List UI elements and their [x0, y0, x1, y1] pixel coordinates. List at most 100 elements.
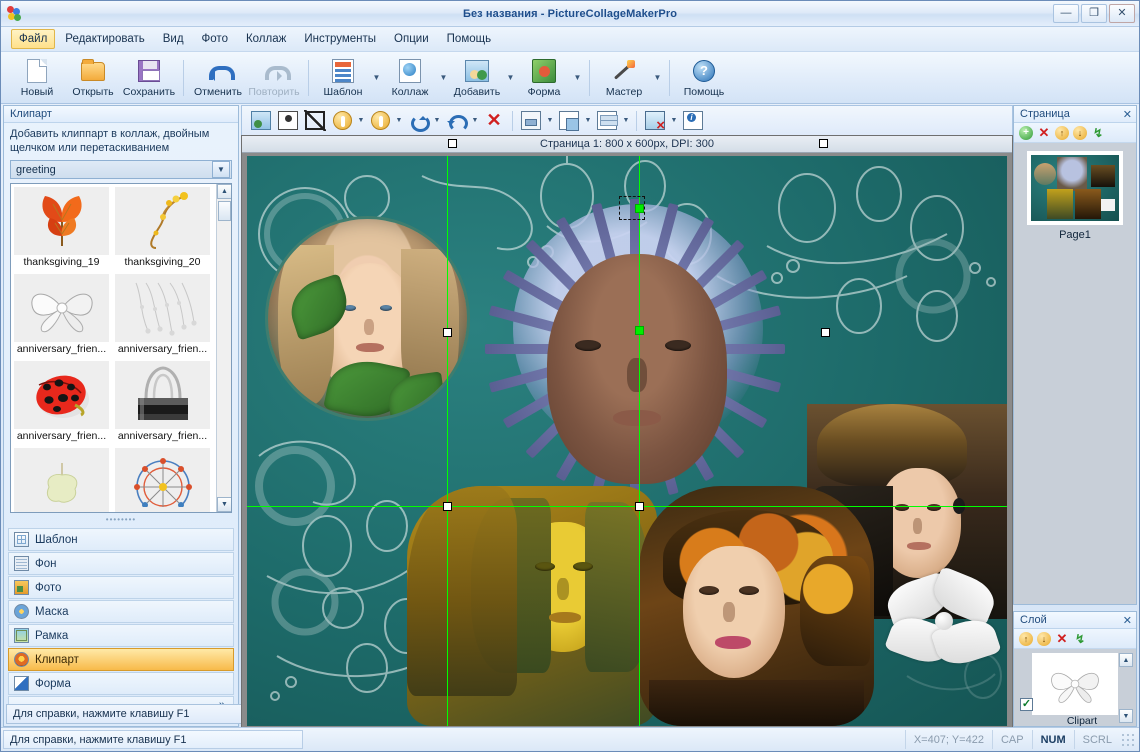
clipart-item[interactable]: thanksgiving_19 [14, 187, 109, 271]
selection-center-dot[interactable] [635, 325, 644, 335]
selection-handle[interactable] [635, 501, 644, 511]
align-chevron-down-icon[interactable]: ▼ [545, 109, 555, 133]
layer-refresh-icon[interactable]: ↯ [1073, 632, 1087, 646]
delete-x-icon[interactable]: ✕ [481, 109, 507, 133]
add-page-icon[interactable]: + [1019, 125, 1033, 140]
rotate-cw-icon[interactable] [405, 109, 431, 133]
zoom-in-chevron-down-icon[interactable]: ▼ [356, 109, 366, 133]
toolbar-template-button[interactable]: Шаблон [315, 54, 371, 102]
wizard-chevron-down-icon[interactable]: ▼ [652, 55, 663, 101]
zoom-in-coin-icon[interactable] [329, 109, 355, 133]
clipart-scrollbar[interactable]: ▲ ▼ [216, 184, 231, 512]
layer-delete-icon[interactable]: ✕ [1055, 631, 1069, 646]
sidebar-item-shape[interactable]: Форма [8, 672, 234, 695]
clipart-category-select[interactable]: greeting ▼ [10, 160, 232, 179]
template-chevron-down-icon[interactable]: ▼ [371, 55, 382, 101]
menu-view[interactable]: Вид [155, 29, 192, 49]
clipart-item[interactable] [14, 448, 109, 512]
scroll-down-icon[interactable]: ▼ [217, 497, 231, 512]
scrollbar-thumb[interactable] [218, 201, 231, 221]
selection-handle[interactable] [821, 327, 830, 337]
photo-blonde-circle[interactable] [265, 215, 470, 421]
rotate-ccw-chevron-down-icon[interactable]: ▼ [470, 109, 480, 133]
maximize-button[interactable]: ❐ [1081, 4, 1107, 23]
layer-up-icon[interactable]: ↑ [1019, 631, 1033, 646]
clear-chevron-down-icon[interactable]: ▼ [669, 109, 679, 133]
selection-handle[interactable] [448, 139, 457, 148]
menu-file[interactable]: Файл [11, 29, 56, 49]
toolbar-add-button[interactable]: Добавить [449, 54, 505, 102]
minimize-button[interactable]: — [1053, 4, 1079, 23]
scroll-down-icon[interactable]: ▼ [1119, 709, 1133, 723]
toolbar-collage-button[interactable]: Коллаж [382, 54, 438, 102]
sidebar-item-background[interactable]: Фон [8, 552, 234, 575]
edit-portrait-icon[interactable] [275, 109, 301, 133]
menu-tools[interactable]: Инструменты [296, 29, 384, 49]
panel-resize-grip[interactable]: •••••••• [4, 515, 238, 524]
clipart-item[interactable] [115, 448, 210, 512]
clipart-item[interactable]: anniversary_frien... [14, 361, 109, 445]
layer-item[interactable]: ✓ [1020, 653, 1118, 715]
properties-info-icon[interactable] [680, 109, 706, 133]
arrange-chevron-down-icon[interactable]: ▼ [583, 109, 593, 133]
selection-handle[interactable] [819, 139, 828, 148]
sidebar-item-template[interactable]: Шаблон [8, 528, 234, 551]
layer-scrollbar[interactable]: ▲ ▼ [1119, 653, 1133, 723]
toolbar-help-button[interactable]: ? Помощь [676, 54, 732, 102]
layer-visibility-checkbox[interactable]: ✓ [1020, 698, 1033, 711]
delete-page-icon[interactable]: ✕ [1037, 125, 1051, 140]
collage-chevron-down-icon[interactable]: ▼ [438, 55, 449, 101]
selection-handle[interactable] [443, 501, 452, 511]
guide-line-vertical[interactable] [639, 155, 640, 726]
toolbar-open-button[interactable]: Открыть [65, 54, 121, 102]
sidebar-item-mask[interactable]: Маска [8, 600, 234, 623]
resize-grip[interactable] [1120, 731, 1136, 748]
rotate-ccw-icon[interactable] [443, 109, 469, 133]
toolbar-wizard-button[interactable]: Мастер [596, 54, 652, 102]
toolbar-undo-button[interactable]: Отменить [190, 54, 246, 102]
sidebar-item-frame[interactable]: Рамка [8, 624, 234, 647]
menu-help[interactable]: Помощь [439, 29, 499, 49]
layer-down-icon[interactable]: ↓ [1037, 631, 1051, 646]
clipart-item[interactable]: anniversary_frien... [115, 274, 210, 358]
align-icon[interactable] [518, 109, 544, 133]
page-thumbnail-holder[interactable] [1027, 151, 1123, 225]
distribute-icon[interactable] [594, 109, 620, 133]
menu-photo[interactable]: Фото [194, 29, 236, 49]
distribute-chevron-down-icon[interactable]: ▼ [621, 109, 631, 133]
scroll-up-icon[interactable]: ▲ [1119, 653, 1133, 667]
clipart-list[interactable]: thanksgiving_19 thanksgiving_20 annivers… [10, 183, 232, 513]
photo-yellow-woman[interactable] [407, 485, 657, 726]
sidebar-item-clipart[interactable]: Клипарт [8, 648, 234, 671]
menu-collage[interactable]: Коллаж [238, 29, 294, 49]
arrange-order-icon[interactable] [556, 109, 582, 133]
toolbar-new-button[interactable]: Новый [9, 54, 65, 102]
canvas-scroll-area[interactable] [242, 153, 1012, 728]
toolbar-redo-button[interactable]: Повторить [246, 54, 302, 102]
chevron-down-icon[interactable]: ▼ [212, 161, 230, 178]
selection-handle[interactable] [443, 327, 452, 337]
zoom-out-coin-icon[interactable] [367, 109, 393, 133]
layer-list[interactable]: ✓ Clipart ▲ ▼ [1014, 649, 1136, 727]
sidebar-item-photo[interactable]: Фото [8, 576, 234, 599]
clipart-item[interactable]: thanksgiving_20 [115, 187, 210, 271]
close-icon[interactable]: ✕ [1123, 614, 1132, 627]
photo-autumn-woman[interactable] [639, 485, 874, 726]
shape-chevron-down-icon[interactable]: ▼ [572, 55, 583, 101]
clipart-item[interactable]: anniversary_frien... [14, 274, 109, 358]
guide-line-horizontal[interactable] [247, 505, 1007, 507]
replace-photo-icon[interactable] [248, 109, 274, 133]
rotate-cw-chevron-down-icon[interactable]: ▼ [432, 109, 442, 133]
collage-page[interactable] [247, 155, 1007, 726]
guide-line-vertical[interactable] [447, 155, 448, 726]
move-down-icon[interactable]: ↓ [1073, 125, 1087, 140]
menu-options[interactable]: Опции [386, 29, 437, 49]
crop-icon[interactable] [302, 109, 328, 133]
refresh-icon[interactable]: ↯ [1091, 126, 1105, 140]
scroll-up-icon[interactable]: ▲ [217, 184, 231, 199]
clear-selection-icon[interactable] [642, 109, 668, 133]
zoom-out-chevron-down-icon[interactable]: ▼ [394, 109, 404, 133]
page-list[interactable]: Page1 [1014, 143, 1136, 604]
close-icon[interactable]: ✕ [1123, 108, 1132, 121]
clipart-item[interactable]: anniversary_frien... [115, 361, 210, 445]
